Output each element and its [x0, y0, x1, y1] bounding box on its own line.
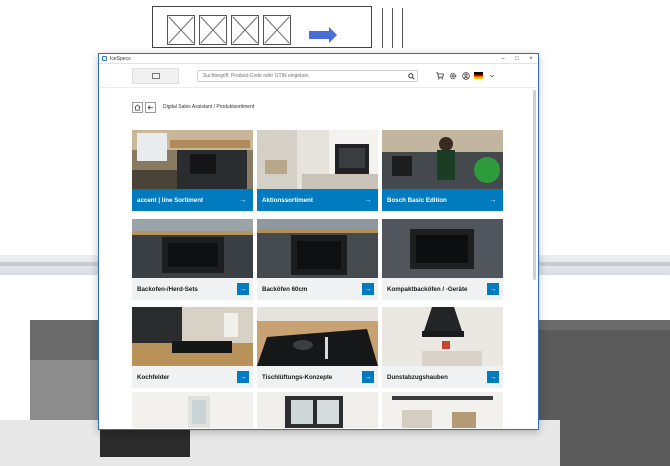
plan-outline [152, 6, 372, 48]
category-label-bar: Dunstabzugshauben → [382, 366, 503, 388]
category-card[interactable]: Dunstabzugshauben → [382, 307, 503, 388]
plan-cabinet [231, 15, 259, 45]
category-card[interactable] [257, 392, 378, 428]
arrow-right-icon[interactable]: → [487, 371, 499, 383]
category-image [382, 130, 503, 189]
plan-cabinet [199, 15, 227, 45]
category-card[interactable]: Kochfelder → [132, 307, 253, 388]
category-card[interactable]: Backöfen 60cm → [257, 219, 378, 300]
category-title: Backofen-/Herd-Sets [137, 285, 198, 293]
category-label-bar: Kochfelder → [132, 366, 253, 388]
category-image [382, 392, 503, 428]
floor-plan [128, 0, 418, 55]
category-image [257, 130, 378, 189]
flag-de-icon[interactable] [474, 72, 483, 79]
category-title: Tischlüftungs-Konzepte [262, 373, 333, 381]
category-title: Kochfelder [137, 373, 170, 381]
category-card[interactable]: accent | line Sortiment → [132, 130, 253, 211]
category-image [132, 130, 253, 189]
scrollbar[interactable] [533, 90, 536, 280]
category-image [382, 307, 503, 366]
arrow-left-icon [147, 104, 153, 110]
category-title: accent | line Sortiment [137, 196, 204, 204]
category-title: Aktionssortiment [262, 196, 313, 204]
arrow-right-icon[interactable]: → [487, 194, 499, 206]
category-label-bar: Bosch Basic Edition → [382, 189, 503, 211]
plan-dimension-line [392, 8, 393, 48]
logo-icon [151, 73, 160, 79]
arrow-right-icon[interactable]: → [487, 283, 499, 295]
search-bar [197, 70, 418, 82]
category-image [257, 307, 378, 366]
close-icon[interactable]: × [524, 56, 538, 62]
category-image [132, 219, 253, 278]
home-icon [134, 103, 141, 110]
chevron-down-icon[interactable] [487, 71, 496, 80]
category-card[interactable]: Kompaktbacköfen / -Geräte → [382, 219, 503, 300]
plan-cabinet [167, 15, 195, 45]
plan-arrow-icon [309, 27, 337, 43]
plan-cabinet [263, 15, 291, 45]
header-icons [435, 71, 496, 80]
arrow-right-icon[interactable]: → [362, 283, 374, 295]
search-icon[interactable] [405, 71, 417, 81]
category-card[interactable]: Backofen-/Herd-Sets → [132, 219, 253, 300]
category-image [132, 392, 253, 428]
category-card[interactable]: Bosch Basic Edition → [382, 130, 503, 211]
app-icon [102, 56, 107, 61]
category-image [382, 219, 503, 278]
category-title: Bosch Basic Edition [387, 196, 447, 204]
breadcrumb-bar: Digital Sales Assistant / Produktsortime… [132, 101, 254, 113]
arrow-right-icon[interactable]: → [237, 194, 249, 206]
category-label-bar: Backöfen 60cm → [257, 278, 378, 300]
plan-dimension-line [382, 8, 383, 48]
category-label-bar: Aktionssortiment → [257, 189, 378, 211]
arrow-right-icon[interactable]: → [362, 194, 374, 206]
minimize-icon[interactable]: – [496, 56, 510, 62]
category-label-bar: Backofen-/Herd-Sets → [132, 278, 253, 300]
category-image [257, 219, 378, 278]
app-window: IceSpecs – □ × Suchbegriff, Produkt-Code… [98, 53, 539, 430]
window-title: IceSpecs [110, 55, 131, 62]
category-image [132, 307, 253, 366]
category-card[interactable] [132, 392, 253, 428]
search-input[interactable] [198, 71, 405, 81]
category-card[interactable]: Tischlüftungs-Konzepte → [257, 307, 378, 388]
category-title: Kompaktbacköfen / -Geräte [387, 285, 468, 293]
category-label-bar: Tischlüftungs-Konzepte → [257, 366, 378, 388]
category-image [257, 392, 378, 428]
plan-dimension-line [402, 8, 403, 48]
arrow-right-icon[interactable]: → [237, 371, 249, 383]
category-label-bar: accent | line Sortiment → [132, 189, 253, 211]
user-icon[interactable] [461, 71, 470, 80]
gear-icon[interactable] [448, 71, 457, 80]
app-header [99, 64, 538, 88]
logo[interactable] [132, 68, 179, 84]
category-card[interactable]: Aktionssortiment → [257, 130, 378, 211]
kitchen-appliance [100, 427, 190, 457]
maximize-icon[interactable]: □ [510, 56, 524, 62]
category-card[interactable] [382, 392, 503, 428]
arrow-right-icon[interactable]: → [237, 283, 249, 295]
breadcrumb: Digital Sales Assistant / Produktsortime… [163, 104, 255, 110]
cart-icon[interactable] [435, 71, 444, 80]
category-label-bar: Kompaktbacköfen / -Geräte → [382, 278, 503, 300]
title-bar: IceSpecs – □ × [99, 54, 538, 64]
arrow-right-icon[interactable]: → [362, 371, 374, 383]
home-button[interactable] [132, 101, 143, 113]
back-button[interactable] [145, 101, 156, 113]
category-title: Backöfen 60cm [262, 285, 308, 293]
category-title: Dunstabzugshauben [387, 373, 448, 381]
